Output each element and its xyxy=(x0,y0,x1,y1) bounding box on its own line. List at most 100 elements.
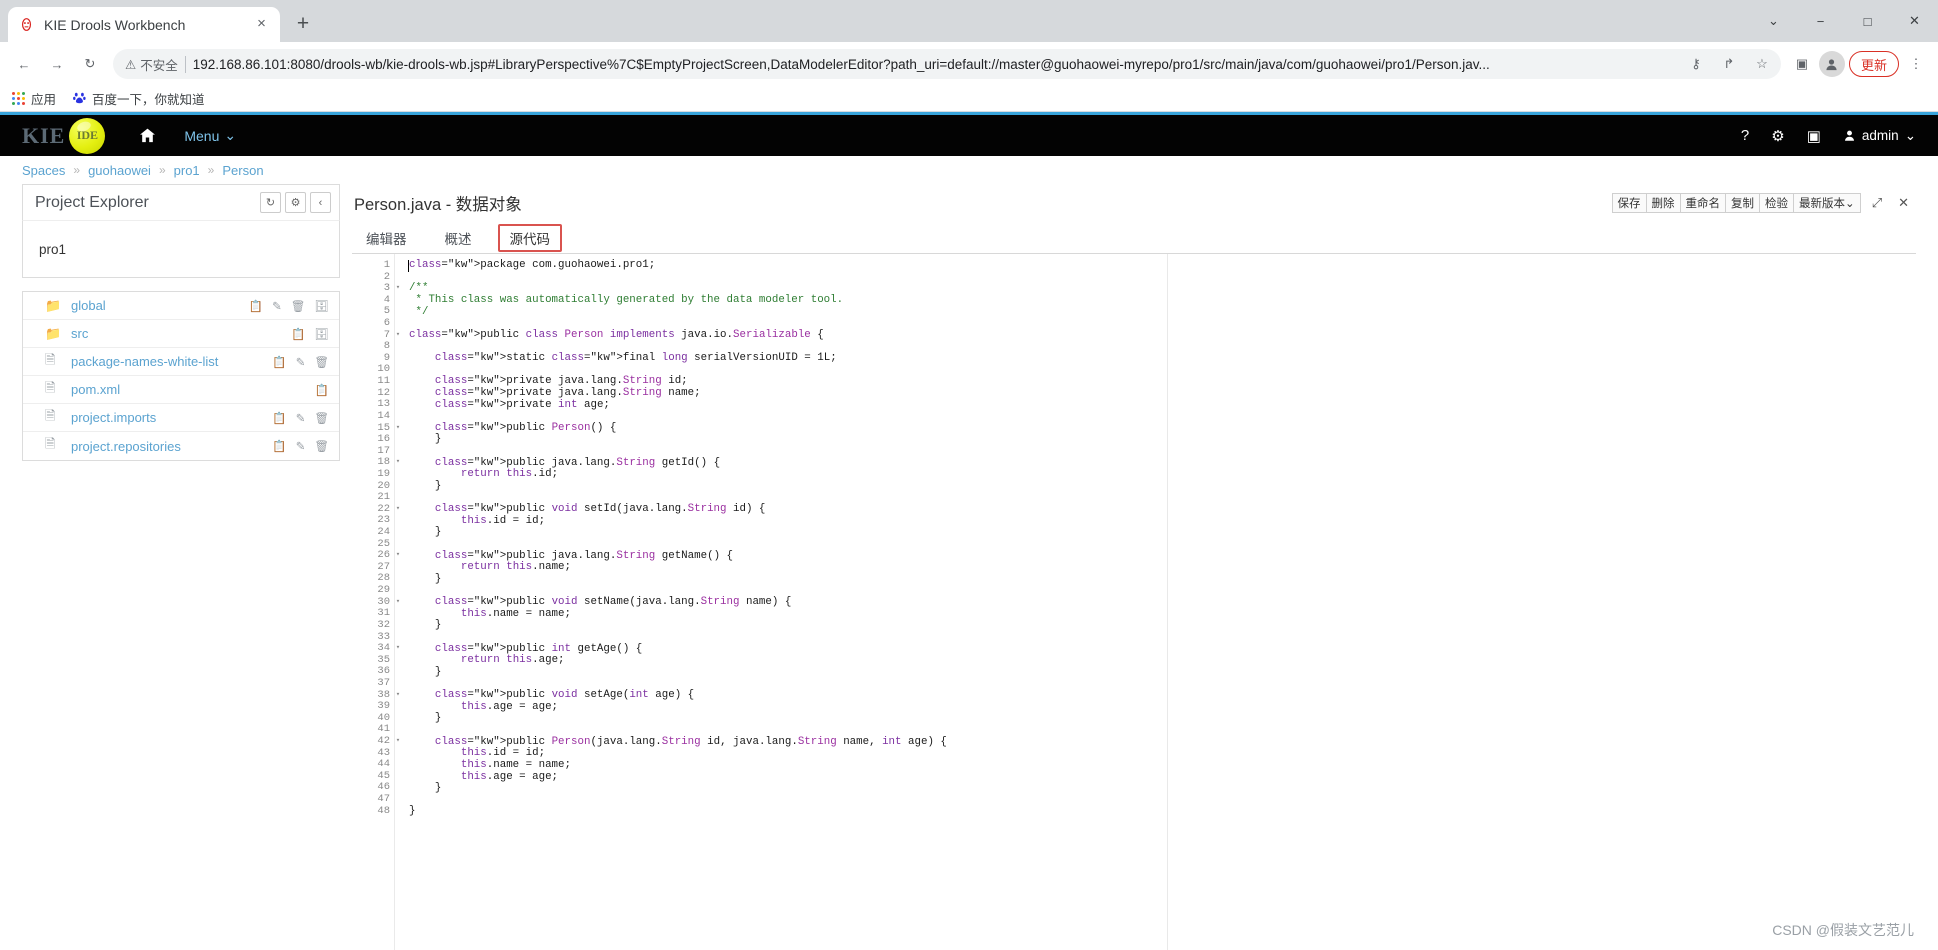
fold-toggle-icon[interactable]: ▾ xyxy=(394,283,402,295)
code-line: class="kw">private java.lang.String name… xyxy=(434,386,701,399)
kie-logo[interactable]: KIE IDE xyxy=(22,117,106,154)
file-name[interactable]: global xyxy=(71,298,249,313)
chevron-down-icon: ⌄ xyxy=(224,127,237,143)
copy-icon[interactable]: 📋 xyxy=(272,355,286,369)
validate-button[interactable]: 检验 xyxy=(1759,193,1795,213)
bookmark-apps[interactable]: 应用 xyxy=(12,89,56,108)
tab-search-button[interactable]: ⌄ xyxy=(1750,0,1797,42)
code-line: class="kw">public java.lang.String getNa… xyxy=(434,549,734,562)
project-explorer-panel: Project Explorer ↻ ⚙ ‹ pro1 📁 global 📋 ✎… xyxy=(22,184,340,950)
rename-button[interactable]: 重命名 xyxy=(1679,193,1727,213)
breadcrumb-item-spaces[interactable]: Spaces xyxy=(22,163,65,178)
close-tab-icon[interactable]: × xyxy=(253,16,270,33)
settings-button[interactable]: ⚙ xyxy=(285,192,306,213)
fold-toggle-icon[interactable]: ▾ xyxy=(394,597,402,609)
update-button[interactable]: 更新 xyxy=(1848,51,1899,77)
folder-icon: 📁 xyxy=(45,297,62,313)
bookmark-star-icon[interactable]: ☆ xyxy=(1749,51,1775,77)
bookmark-baidu[interactable]: 百度一下，你就知道 xyxy=(73,89,205,108)
tab-overview[interactable]: 概述 xyxy=(433,224,484,252)
copy-icon[interactable]: 📋 xyxy=(272,411,286,425)
breadcrumb-item-person[interactable]: Person xyxy=(222,163,263,178)
breadcrumb-item-pro1[interactable]: pro1 xyxy=(174,163,200,178)
fold-toggle-icon[interactable]: ▾ xyxy=(394,330,402,342)
side-panel-icon[interactable]: ▣ xyxy=(1789,51,1815,77)
edit-icon[interactable]: ✎ xyxy=(296,411,306,425)
code-line: */ xyxy=(409,305,429,318)
code-line: } xyxy=(409,479,442,492)
save-button[interactable]: 保存 xyxy=(1611,193,1647,213)
new-tab-button[interactable]: + xyxy=(286,7,320,41)
project-name[interactable]: pro1 xyxy=(39,242,66,257)
copy-icon[interactable]: 📋 xyxy=(249,299,263,313)
fold-toggle-icon[interactable]: ▾ xyxy=(394,690,402,702)
archive-icon[interactable]: 🗄 xyxy=(314,327,329,341)
code-line: class="kw">private int age; xyxy=(434,398,610,411)
breadcrumb-item-guohaowei[interactable]: guohaowei xyxy=(88,163,151,178)
reload-button[interactable]: ↻ xyxy=(75,49,105,79)
edit-icon[interactable]: ✎ xyxy=(272,299,282,313)
gear-icon[interactable]: ⚙ xyxy=(1771,127,1784,145)
delete-icon[interactable]: 🗑 xyxy=(314,439,329,453)
minimize-window-button[interactable]: − xyxy=(1797,0,1844,42)
help-icon[interactable]: ? xyxy=(1741,127,1749,144)
tab-source[interactable]: 源代码 xyxy=(497,223,562,252)
profile-avatar-icon[interactable] xyxy=(1818,51,1845,77)
copy-icon[interactable]: 📋 xyxy=(315,383,329,397)
archive-icon[interactable]: 🗄 xyxy=(314,299,329,313)
code-line: this.name = name; xyxy=(460,607,571,620)
user-menu-button[interactable]: admin ⌄ xyxy=(1843,128,1916,144)
edit-icon[interactable]: ✎ xyxy=(296,355,306,369)
fold-toggle-icon[interactable]: ▾ xyxy=(394,550,402,562)
delete-button[interactable]: 删除 xyxy=(1645,193,1681,213)
code-line: return this.age; xyxy=(460,654,565,667)
main-menu-button[interactable]: Menu ⌄ xyxy=(184,127,236,144)
share-icon[interactable]: ↱ xyxy=(1716,51,1742,77)
delete-icon[interactable]: 🗑 xyxy=(291,299,306,313)
browser-tab[interactable]: KIE Drools Workbench × xyxy=(8,7,280,42)
list-item[interactable]: 🗎 pom.xml 📋 xyxy=(23,376,339,404)
edit-icon[interactable]: ✎ xyxy=(296,439,306,453)
file-name[interactable]: project.repositories xyxy=(71,439,272,454)
file-name[interactable]: pom.xml xyxy=(71,382,315,397)
list-item[interactable]: 🗎 package-names-white-list 📋 ✎ 🗑 xyxy=(23,348,339,376)
fold-toggle-icon[interactable]: ▾ xyxy=(394,423,402,435)
delete-icon[interactable]: 🗑 xyxy=(314,355,329,369)
list-item[interactable]: 📁 src 📋 🗄 xyxy=(23,320,339,348)
refresh-button[interactable]: ↻ xyxy=(260,192,281,213)
fold-toggle-icon[interactable]: ▾ xyxy=(394,736,402,748)
collapse-button[interactable]: ‹ xyxy=(310,192,331,213)
list-item[interactable]: 🗎 project.repositories 📋 ✎ 🗑 xyxy=(23,432,339,460)
file-name[interactable]: project.imports xyxy=(71,410,272,425)
back-button[interactable]: ← xyxy=(9,49,39,79)
fold-toggle-icon[interactable]: ▾ xyxy=(394,643,402,655)
maximize-window-button[interactable]: □ xyxy=(1844,0,1891,42)
close-editor-button[interactable]: ✕ xyxy=(1893,193,1914,213)
list-item[interactable]: 🗎 project.imports 📋 ✎ 🗑 xyxy=(23,404,339,432)
code-line: return this.id; xyxy=(460,468,559,481)
source-code-view[interactable]: 1 2 3 ▾ 4 5 6 7 ▾ 8 9 10 11 12 13 14 15 ▾ 16 17 18 ▾ 19 20 21 22 ▾… xyxy=(352,254,1916,950)
maximize-editor-button[interactable]: ⤢ xyxy=(1867,193,1887,213)
fold-toggle-icon[interactable]: ▾ xyxy=(394,457,402,469)
code-line: } xyxy=(409,572,442,585)
camera-icon[interactable]: ▣ xyxy=(1807,127,1821,145)
tab-editor[interactable]: 编辑器 xyxy=(354,224,419,252)
home-icon[interactable] xyxy=(139,127,156,144)
browser-menu-icon[interactable]: ⋮ xyxy=(1903,49,1929,79)
source-code-text[interactable]: class="kw">package com.guohaowei.pro1; /… xyxy=(394,254,1916,950)
copy-button[interactable]: 复制 xyxy=(1725,193,1761,213)
browser-window: KIE Drools Workbench × + ⌄ − □ ✕ ← → ↻ ⚠… xyxy=(0,0,1938,950)
file-name[interactable]: src xyxy=(71,326,291,341)
delete-icon[interactable]: 🗑 xyxy=(314,411,329,425)
file-name[interactable]: package-names-white-list xyxy=(71,354,272,369)
copy-icon[interactable]: 📋 xyxy=(291,327,305,341)
list-item[interactable]: 📁 global 📋 ✎ 🗑 🗄 xyxy=(23,292,339,320)
fold-toggle-icon[interactable]: ▾ xyxy=(394,504,402,516)
password-key-icon[interactable]: ⚷ xyxy=(1683,51,1709,77)
forward-button[interactable]: → xyxy=(42,49,72,79)
copy-icon[interactable]: 📋 xyxy=(272,439,286,453)
address-bar[interactable]: ⚠ 不安全 192.168.86.101:8080/drools-wb/kie-… xyxy=(113,49,1781,79)
close-window-button[interactable]: ✕ xyxy=(1891,0,1938,42)
security-warning[interactable]: ⚠ 不安全 xyxy=(125,55,178,74)
latest-version-button[interactable]: 最新版本⌄ xyxy=(1793,193,1861,213)
